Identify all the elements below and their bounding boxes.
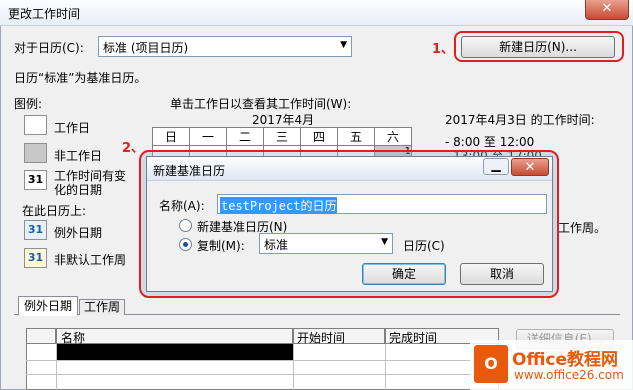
legend-exception-day: 例外日期	[54, 226, 103, 240]
window-title: 更改工作时间	[8, 7, 81, 21]
ok-button[interactable]: 确定	[362, 263, 446, 285]
row-header-corner	[26, 328, 56, 344]
office-logo-icon: O	[474, 345, 508, 383]
legend-title: 图例:	[14, 97, 43, 111]
col-separator	[293, 344, 294, 390]
copy-calendar-value: 标准	[264, 238, 289, 252]
watermark-brand: Office教程网	[512, 350, 619, 370]
col-name[interactable]: 名称	[56, 328, 293, 345]
legend-working-day: 工作日	[54, 121, 91, 135]
calendar-suffix-label: 日历(C)	[403, 239, 445, 253]
col-separator	[385, 344, 386, 390]
weekday-fri: 五	[337, 127, 375, 146]
legend-nonworking-day: 非工作日	[54, 149, 103, 163]
tab-work-weeks[interactable]: 工作周	[79, 299, 125, 315]
watermark-url: www.office26.com	[514, 368, 624, 382]
close-button[interactable]: ✕	[585, 0, 629, 20]
minimize-button[interactable]: ▁	[483, 158, 509, 175]
radio-new-base[interactable]	[179, 219, 192, 232]
calendar-month: 2017年4月	[252, 113, 315, 127]
step1-marker: 1、	[432, 42, 455, 57]
weekday-sun: 日	[152, 127, 190, 146]
weekday-sat: 六	[374, 127, 412, 146]
cancel-button[interactable]: 取消	[460, 263, 544, 285]
new-calendar-button[interactable]: 新建日历(N)...	[461, 36, 615, 58]
selected-name-cell[interactable]	[56, 344, 293, 360]
weekday-mon: 一	[189, 127, 227, 146]
calendar-select[interactable]: 标准 (项目日历) ▼	[98, 36, 352, 57]
work-week-text: 工作周。	[558, 221, 607, 235]
modal-close-button[interactable]: ✕	[511, 158, 549, 176]
copy-calendar-select[interactable]: 标准 ▼	[259, 233, 393, 254]
radio-copy-label[interactable]: 复制(M):	[197, 237, 245, 254]
title-bar	[0, 0, 633, 26]
legend-changed-hours-2: 化的日期	[54, 183, 103, 197]
chevron-down-icon: ▼	[381, 237, 388, 247]
nonworking-day-swatch	[24, 143, 47, 163]
col-start[interactable]: 开始时间	[293, 328, 385, 345]
calendar-name-input[interactable]: testProject的日历	[217, 194, 547, 214]
calendar-name-value: testProject的日历	[220, 197, 338, 214]
work-time-heading: 2017年4月3日 的工作时间:	[445, 113, 595, 127]
calendar-31-icon: 31	[24, 170, 47, 190]
legend-nondefault-week: 非默认工作周	[54, 253, 127, 267]
name-label: 名称(A):	[159, 199, 205, 213]
radio-copy[interactable]	[179, 238, 192, 251]
weekday-thu: 四	[300, 127, 338, 146]
exception-calendar-icon: 31	[24, 220, 47, 240]
col-separator	[56, 344, 57, 390]
row-separator	[26, 360, 499, 361]
chevron-down-icon: ▼	[340, 40, 347, 50]
nondefault-week-icon: 31	[24, 248, 47, 268]
calendar-select-value: 标准 (项目日历)	[103, 41, 189, 55]
modal-title: 新建基准日历	[153, 164, 226, 178]
weekday-header-row: 日 一 二 三 四 五 六	[152, 127, 412, 146]
row-separator	[26, 374, 499, 375]
on-this-calendar-label: 在此日历上:	[22, 204, 87, 218]
working-day-swatch	[24, 115, 47, 135]
calendar-for-label: 对于日历(C):	[14, 41, 84, 55]
tab-exceptions[interactable]: 例外日期	[18, 296, 78, 316]
calendar-instruction: 单击工作日以查看其工作时间(W):	[170, 97, 352, 111]
weekday-wed: 三	[263, 127, 301, 146]
new-base-calendar-dialog: 新建基准日历 ▁ ✕ 名称(A): testProject的日历 新建基准日历(…	[146, 156, 553, 292]
base-calendar-note: 日历“标准”为基准日历。	[14, 71, 147, 85]
weekday-tue: 二	[226, 127, 264, 146]
